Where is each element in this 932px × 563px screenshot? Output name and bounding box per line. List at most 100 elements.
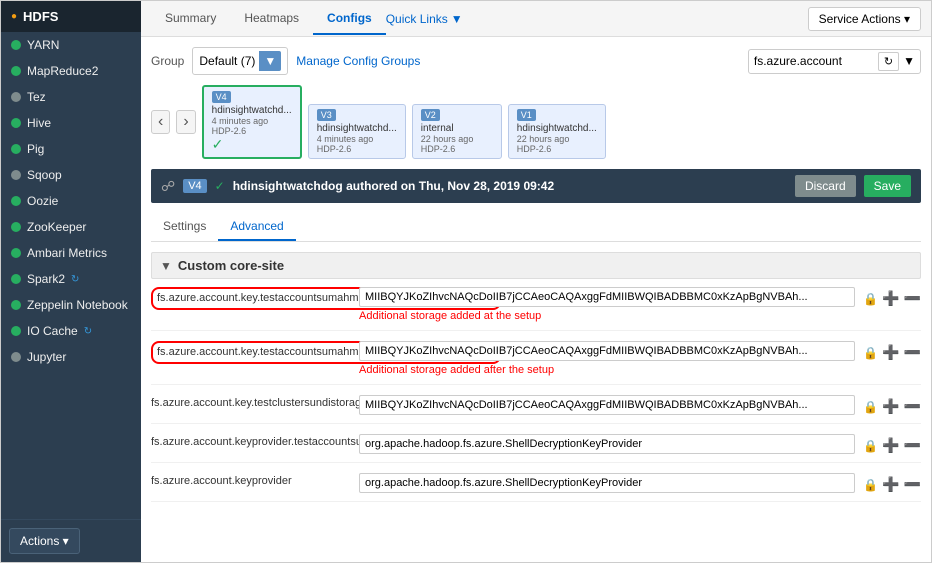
remove-icon[interactable]: ➖ [904,476,921,493]
config-value-input[interactable] [359,434,855,454]
version-hdp: HDP-2.6 [317,144,397,154]
sidebar-item-sqoop[interactable]: Sqoop [1,162,141,188]
discard-button[interactable]: Discard [795,175,856,197]
save-button[interactable]: Save [864,175,911,197]
sidebar-item-label: Jupyter [27,350,66,364]
config-value [359,434,855,454]
sidebar-item-ambari-metrics[interactable]: Ambari Metrics [1,240,141,266]
version-name: hdinsightwatchd... [317,123,397,134]
version-hdp: HDP-2.6 [517,144,597,154]
service-actions-button[interactable]: Service Actions ▾ [808,7,921,31]
lock-icon[interactable]: 🔒 [863,400,878,414]
add-icon[interactable]: ➕ [882,344,899,361]
content-area: Group Default (7) ▼ Manage Config Groups… [141,37,931,562]
sidebar-item-label: ZooKeeper [27,220,86,234]
sidebar-item-jupyter[interactable]: Jupyter [1,344,141,370]
lock-icon[interactable]: 🔒 [863,439,878,453]
sidebar-item-yarn[interactable]: YARN [1,32,141,58]
config-key: fs.azure.account.keyprovider.testaccount… [151,434,351,450]
section-header[interactable]: ▼ Custom core-site [151,252,921,279]
search-input[interactable] [754,54,874,68]
sidebar-item-label: MapReduce2 [27,64,98,78]
config-actions: 🔒 ➕ ➖ [863,290,921,307]
status-icon [11,196,21,206]
add-icon[interactable]: ➕ [882,437,899,454]
tab-settings[interactable]: Settings [151,213,218,241]
actions-label: Actions ▾ [20,534,69,548]
check-icon: ✓ [215,179,225,193]
sidebar-item-spark2[interactable]: Spark2 ↻ [1,266,141,292]
remove-icon[interactable]: ➖ [904,290,921,307]
version-badge-v4: V4 [212,91,231,103]
config-actions: 🔒 ➕ ➖ [863,476,921,493]
remove-icon[interactable]: ➖ [904,344,921,361]
lock-icon[interactable]: 🔒 [863,292,878,306]
version-hdp: HDP-2.6 [421,144,493,154]
current-version-bar: ☍ V4 ✓ hdinsightwatchdog authored on Thu… [151,169,921,203]
version-prev-button[interactable]: ‹ [151,110,170,134]
config-value [359,473,855,493]
config-value-input[interactable] [359,395,855,415]
lock-icon[interactable]: 🔒 [863,346,878,360]
quick-links[interactable]: Quick Links ▼ [386,3,463,35]
version-card-v2[interactable]: V2 internal 22 hours ago HDP-2.6 [412,104,502,159]
config-key: fs.azure.account.key.testclustersundisto… [151,395,351,411]
config-value-input[interactable] [359,341,855,361]
version-time: 22 hours ago [421,134,493,144]
version-bar: ‹ › V4 hdinsightwatchd... 4 minutes ago … [151,85,921,159]
sidebar-item-hive[interactable]: Hive [1,110,141,136]
sidebar-item-mapreduce2[interactable]: MapReduce2 [1,58,141,84]
add-icon[interactable]: ➕ [882,290,899,307]
sidebar-item-zeppelin-notebook[interactable]: Zeppelin Notebook [1,292,141,318]
config-key-text: fs.azure.account.keyprovider [151,475,292,487]
tab-heatmaps[interactable]: Heatmaps [230,3,313,35]
version-card-v1[interactable]: V1 hdinsightwatchd... 22 hours ago HDP-2… [508,104,606,159]
config-note: Additional storage added after the setup [359,364,855,376]
group-label: Group [151,54,184,68]
sidebar-item-oozie[interactable]: Oozie [1,188,141,214]
manage-config-groups-link[interactable]: Manage Config Groups [296,54,420,68]
version-time: 22 hours ago [517,134,597,144]
tab-configs[interactable]: Configs [313,3,386,35]
sidebar-item-tez[interactable]: Tez [1,84,141,110]
group-dropdown-arrow[interactable]: ▼ [259,51,281,71]
actions-button[interactable]: Actions ▾ [9,528,80,554]
lock-icon[interactable]: 🔒 [863,478,878,492]
authored-date: Thu, Nov 28, 2019 09:42 [419,179,554,193]
remove-icon[interactable]: ➖ [904,437,921,454]
version-badge: V4 [183,179,206,193]
sidebar-item-zookeeper[interactable]: ZooKeeper [1,214,141,240]
sidebar-item-label: IO Cache [27,324,78,338]
spinner-icon: ↻ [84,326,92,337]
remove-icon[interactable]: ➖ [904,398,921,415]
status-icon [11,222,21,232]
sidebar-item-io-cache[interactable]: IO Cache ↻ [1,318,141,344]
version-badge-v2: V2 [421,109,440,121]
version-time: 4 minutes ago [212,116,292,126]
tab-advanced[interactable]: Advanced [218,213,295,241]
config-key: fs.azure.account.key.testaccountsumahmud… [151,287,351,310]
group-value: Default (7) [199,54,255,68]
add-icon[interactable]: ➕ [882,398,899,415]
status-icon [11,352,21,362]
version-name: internal [421,123,493,134]
version-next-button[interactable]: › [176,110,195,134]
config-value-input[interactable] [359,473,855,493]
tab-summary[interactable]: Summary [151,3,230,35]
collapse-icon: ▼ [160,259,172,273]
sidebar-item-pig[interactable]: Pig [1,136,141,162]
config-row: fs.azure.account.key.testclustersundisto… [151,395,921,424]
main-content: Summary Heatmaps Configs Quick Links ▼ S… [141,1,931,562]
sidebar-item-label: Spark2 [27,272,65,286]
config-actions: 🔒 ➕ ➖ [863,437,921,454]
group-select[interactable]: Default (7) ▼ [192,47,288,75]
search-dropdown-icon[interactable]: ▼ [903,54,915,68]
search-refresh-button[interactable]: ↻ [878,52,899,71]
version-card-v4[interactable]: V4 hdinsightwatchd... 4 minutes ago HDP-… [202,85,302,159]
version-card-v3[interactable]: V3 hdinsightwatchd... 4 minutes ago HDP-… [308,104,406,159]
sidebar: ● HDFS YARNMapReduce2TezHivePigSqoopOozi… [1,1,141,562]
spinner-icon: ↻ [71,274,79,285]
config-row: fs.azure.account.key.testaccountsumahmud… [151,341,921,385]
add-icon[interactable]: ➕ [882,476,899,493]
config-value-input[interactable] [359,287,855,307]
